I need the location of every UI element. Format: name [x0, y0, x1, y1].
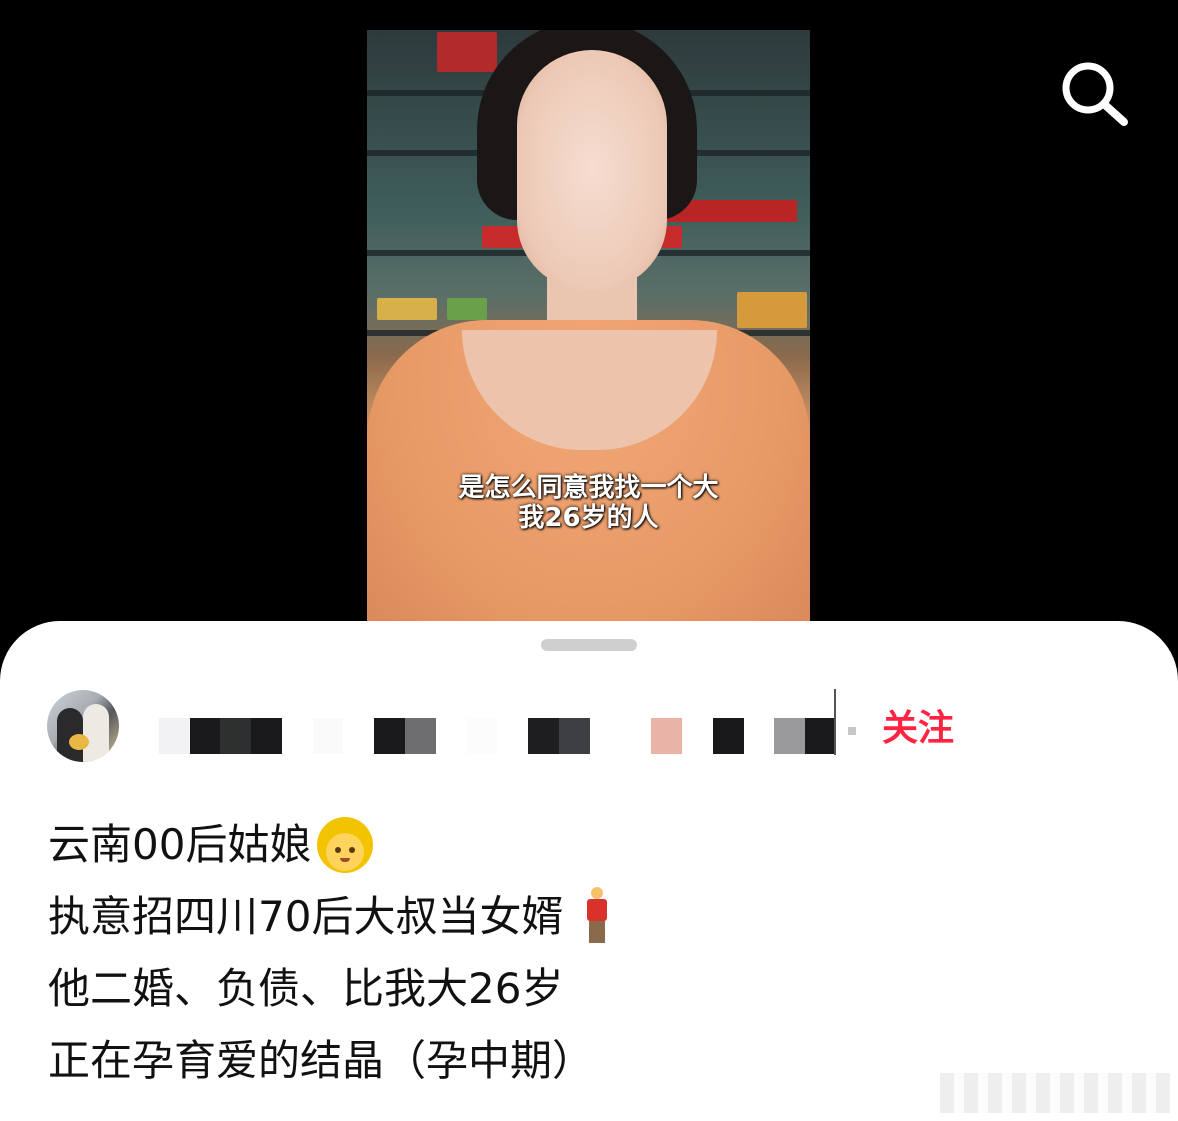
censor-block	[435, 718, 467, 754]
screen: 是怎么同意我找一个大 我26岁的人 关注 云南00后姑娘 执意招四川70后大叔当…	[0, 0, 1178, 1121]
product-pack	[737, 292, 807, 328]
censor-block	[774, 718, 806, 754]
caption-line: 云南00后姑娘	[48, 809, 1128, 881]
caption-text: 执意招四川70后大叔当女婿	[48, 892, 564, 941]
censor-block	[620, 718, 652, 754]
caption-line: 执意招四川70后大叔当女婿	[48, 881, 1128, 953]
bottom-sheet: 关注 云南00后姑娘 执意招四川70后大叔当女婿 他二婚、负债、比我大26岁 正…	[0, 621, 1178, 1121]
censor-block	[466, 718, 498, 754]
censor-block	[743, 718, 775, 754]
censor-block	[589, 718, 621, 754]
avatar-bouquet	[69, 734, 89, 750]
censor-block	[128, 718, 159, 754]
caption-text: 正在孕育爱的结晶（孕中期）	[48, 1036, 595, 1085]
censor-block	[189, 718, 221, 754]
video-player[interactable]: 是怎么同意我找一个大 我26岁的人	[367, 30, 810, 622]
product-pack	[377, 298, 437, 320]
product-pack	[437, 32, 497, 72]
censor-block	[220, 718, 252, 754]
product-pack	[447, 298, 487, 320]
subtitle-line-2: 我26岁的人	[518, 503, 659, 533]
post-caption: 云南00后姑娘 执意招四川70后大叔当女婿 他二婚、负债、比我大26岁 正在孕育…	[48, 809, 1128, 1097]
avatar-figure	[83, 704, 109, 762]
search-icon[interactable]	[1058, 58, 1130, 130]
censor-block	[558, 718, 590, 754]
caption-text: 云南00后姑娘	[48, 820, 312, 869]
drag-handle[interactable]	[541, 639, 637, 651]
censor-block	[497, 718, 529, 754]
censor-block	[712, 718, 744, 754]
censor-block	[682, 718, 713, 754]
username-censored[interactable]	[128, 718, 836, 754]
avatar[interactable]	[47, 690, 119, 762]
censor-block	[651, 718, 683, 754]
divider	[834, 689, 836, 755]
censor-block	[805, 718, 836, 754]
censor-block	[312, 718, 344, 754]
follow-button[interactable]: 关注	[873, 707, 963, 751]
censor-block	[343, 718, 375, 754]
censor-block	[251, 718, 282, 754]
censor-block	[281, 718, 313, 754]
subtitle-line-1: 是怎么同意我找一个大	[458, 473, 719, 503]
caption-text: 他二婚、负债、比我大26岁	[48, 964, 564, 1013]
censor-block	[405, 718, 436, 754]
face	[517, 50, 667, 290]
girl-icon	[317, 817, 374, 873]
separator-dot	[848, 727, 856, 735]
censor-block	[158, 718, 190, 754]
watermark	[940, 1073, 1170, 1113]
caption-line: 他二婚、负债、比我大26岁	[48, 953, 1128, 1025]
censor-block	[528, 718, 559, 754]
man-icon	[583, 887, 611, 947]
censor-block	[374, 718, 406, 754]
